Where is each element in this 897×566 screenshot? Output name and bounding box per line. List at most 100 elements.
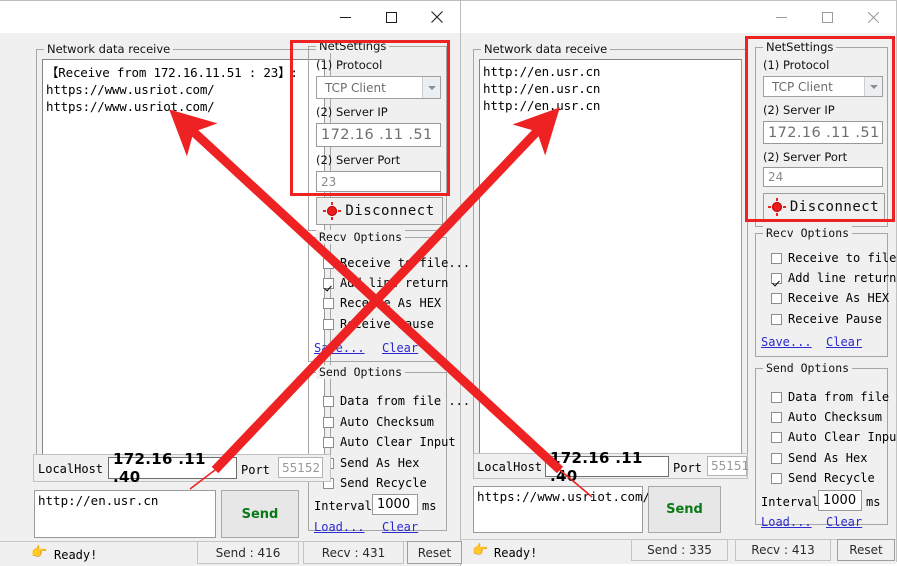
send-button-right[interactable]: Send: [648, 486, 721, 533]
interval-input-right[interactable]: 1000: [818, 490, 862, 511]
disconnect-button-left[interactable]: Disconnect: [316, 197, 443, 225]
disconnect-button-right[interactable]: Disconnect: [763, 193, 885, 220]
checkbox-box: [771, 431, 782, 443]
server-port-input-right[interactable]: 24: [763, 167, 883, 187]
port-input-right[interactable]: 55151: [707, 456, 749, 476]
chevron-down-icon[interactable]: [422, 77, 440, 98]
checkbox-box: [771, 452, 782, 464]
interval-label-right: Interval: [761, 495, 819, 509]
auto-clear-input-checkbox-left[interactable]: Auto Clear Input: [323, 435, 456, 449]
checkbox-label: Data from file ...: [340, 394, 471, 408]
recv-clear-link-left[interactable]: Clear: [382, 341, 418, 355]
send-options-group-title-left: Send Options: [316, 365, 406, 379]
checkbox-box: [771, 391, 782, 403]
window-left-controls: [322, 1, 460, 33]
auto-checksum-checkbox-left[interactable]: Auto Checksum: [323, 415, 434, 429]
data-from-file-checkbox-left[interactable]: Data from file ...: [323, 394, 470, 408]
server-port-label-left: (2) Server Port: [316, 153, 401, 167]
send-clear-link-left[interactable]: Clear: [382, 520, 418, 534]
checkbox-box: [323, 436, 334, 448]
add-line-return-checkbox-left[interactable]: Add line return: [323, 276, 448, 290]
data-from-file-checkbox-right[interactable]: Data from file ...: [771, 390, 897, 404]
checkbox-label: Add line return: [340, 276, 449, 290]
recv-options-group-title-right: Recv Options: [763, 226, 853, 240]
minimize-icon[interactable]: [322, 1, 368, 33]
checkbox-label: Receive to file...: [788, 251, 897, 265]
netsettings-group-title-right: NetSettings: [763, 40, 837, 54]
send-recycle-checkbox-left[interactable]: Send Recycle: [323, 476, 427, 490]
close-icon[interactable]: [850, 1, 896, 33]
receive-as-hex-checkbox-left[interactable]: Receive As HEX: [323, 296, 441, 310]
recv-save-link-right[interactable]: Save...: [761, 335, 812, 349]
receive-pause-checkbox-right[interactable]: Receive Pause: [771, 312, 882, 326]
checkbox-label: Data from file ...: [788, 390, 897, 404]
protocol-select-right[interactable]: TCP Client: [763, 76, 883, 97]
send-load-link-right[interactable]: Load...: [761, 515, 812, 529]
send-textarea-right[interactable]: https://www.usriot.com/: [473, 486, 650, 533]
window-left-body: Network data receive 【Receive from 172.1…: [0, 1, 470, 566]
interval-unit-left: ms: [422, 499, 437, 513]
port-label-left: Port: [241, 463, 270, 477]
localhost-label-left: LocalHost: [38, 462, 104, 476]
send-recycle-checkbox-right[interactable]: Send Recycle: [771, 471, 875, 485]
send-clear-link-right[interactable]: Clear: [826, 515, 862, 529]
add-line-return-checkbox-right[interactable]: Add line return: [771, 271, 896, 285]
checkbox-label: Add line return: [788, 271, 897, 285]
maximize-icon[interactable]: [368, 1, 414, 33]
reset-button-left[interactable]: Reset: [407, 541, 462, 564]
localhost-input-left[interactable]: 172.16 .11 .40: [108, 450, 237, 486]
close-icon[interactable]: [414, 1, 460, 33]
maximize-icon[interactable]: [804, 1, 850, 33]
protocol-select-left[interactable]: TCP Client: [316, 76, 441, 99]
send-load-link-left[interactable]: Load...: [314, 520, 365, 534]
checkbox-label: Receive Pause: [788, 312, 882, 326]
window-right[interactable]: Network data receive http://en.usr.cn ht…: [457, 0, 897, 564]
recv-to-file-checkbox-right[interactable]: Receive to file...: [771, 251, 897, 265]
checkbox-box: [323, 318, 334, 330]
recv-to-file-checkbox-left[interactable]: Receive to file...: [323, 256, 470, 270]
checkbox-label: Auto Checksum: [788, 410, 882, 424]
checkbox-box: [323, 297, 334, 309]
protocol-value-right: TCP Client: [772, 79, 833, 94]
send-button-left[interactable]: Send: [221, 490, 299, 538]
server-ip-input-right[interactable]: 172.16 .11 .51: [763, 121, 883, 144]
receive-textarea-right[interactable]: http://en.usr.cn http://en.usr.cn http:/…: [479, 59, 742, 459]
localhost-input-right[interactable]: 172.16 .11 .40: [545, 449, 669, 485]
interval-input-left[interactable]: 1000: [372, 494, 418, 515]
interval-label-left: Interval: [314, 499, 372, 513]
checkbox-box: [771, 252, 782, 264]
receive-group-title-left: Network data receive: [44, 42, 174, 56]
checkbox-box: [771, 411, 782, 423]
receive-line: 【Receive from 172.16.11.51 : 23】:: [46, 65, 298, 80]
server-ip-input-left[interactable]: 172.16 .11 .51: [316, 123, 441, 147]
send-as-hex-checkbox-left[interactable]: Send As Hex: [323, 456, 419, 470]
disconnect-label-left: Disconnect: [345, 203, 435, 219]
checkbox-label: Auto Clear Input: [788, 430, 897, 444]
send-count-right: Send : 335: [631, 539, 728, 561]
send-options-group-title-right: Send Options: [763, 361, 853, 375]
auto-checksum-checkbox-right[interactable]: Auto Checksum: [771, 410, 882, 424]
receive-line: http://en.usr.cn: [483, 81, 601, 96]
screen: et Network data receive http://en.: [0, 0, 897, 566]
receive-pause-checkbox-left[interactable]: Receive Pause: [323, 317, 434, 331]
recv-save-link-left[interactable]: Save...: [314, 341, 365, 355]
checkbox-box: [771, 313, 782, 325]
server-ip-label-right: (2) Server IP: [763, 103, 835, 117]
server-port-label-right: (2) Server Port: [763, 150, 848, 164]
checkbox-box: [323, 395, 334, 407]
server-port-input-left[interactable]: 23: [316, 171, 441, 192]
auto-clear-input-checkbox-right[interactable]: Auto Clear Input: [771, 430, 897, 444]
receive-textarea-left[interactable]: 【Receive from 172.16.11.51 : 23】: https:…: [42, 59, 325, 460]
checkbox-label: Send Recycle: [788, 471, 875, 485]
reset-button-right[interactable]: Reset: [837, 539, 895, 561]
receive-as-hex-checkbox-right[interactable]: Receive As HEX: [771, 291, 889, 305]
minimize-icon[interactable]: [758, 1, 804, 33]
port-input-left[interactable]: 55152: [278, 457, 323, 478]
send-textarea-left[interactable]: http://en.usr.cn: [34, 490, 216, 538]
recv-clear-link-right[interactable]: Clear: [826, 335, 862, 349]
checkbox-label: Receive As HEX: [340, 296, 442, 310]
protocol-value-left: TCP Client: [325, 80, 386, 95]
send-as-hex-checkbox-right[interactable]: Send As Hex: [771, 451, 867, 465]
window-left[interactable]: Network data receive 【Receive from 172.1…: [0, 0, 470, 566]
chevron-down-icon[interactable]: [864, 77, 882, 96]
